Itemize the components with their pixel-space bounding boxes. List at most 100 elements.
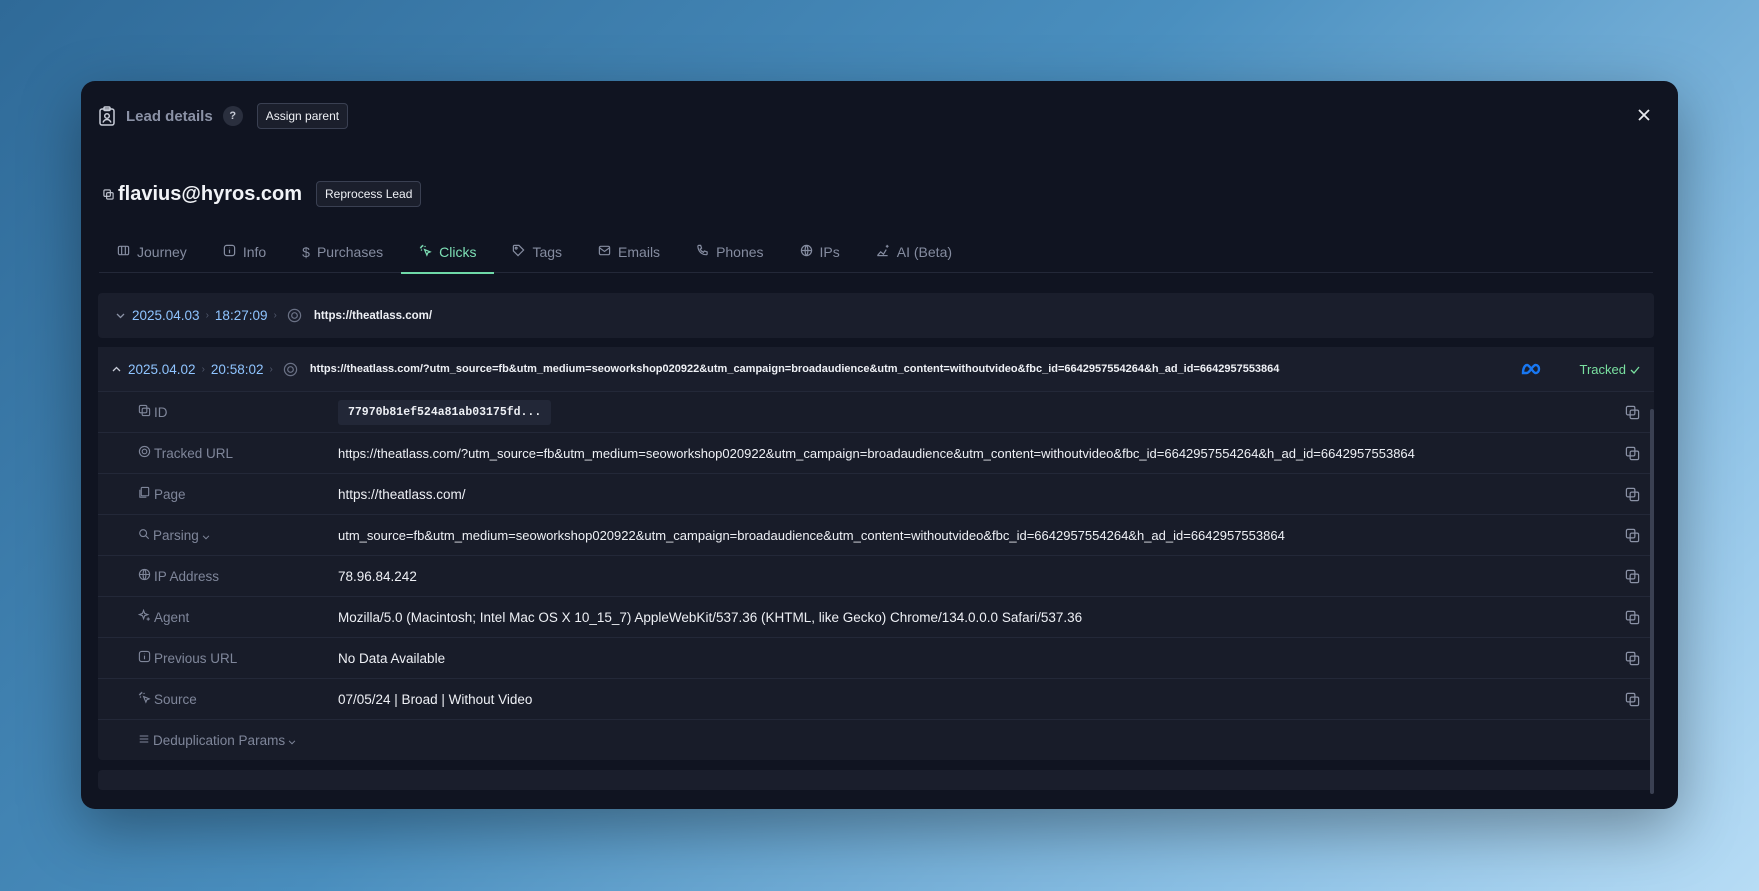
copy-icon[interactable] [1624, 486, 1640, 502]
click-row[interactable]: 2025.04.03 › 18:27:09 › https://theatlas… [98, 293, 1654, 338]
source-value: 07/05/24 | Broad | Without Video [338, 691, 533, 707]
info-icon [138, 650, 151, 666]
copy-icon[interactable] [1624, 568, 1640, 584]
detail-row-ip-address: IP Address 78.96.84.242 [98, 555, 1654, 596]
detail-label: Previous URL [138, 650, 338, 666]
detail-row-tracked-url: Tracked URL https://theatlass.com/?utm_s… [98, 432, 1654, 473]
copy-icon[interactable] [1624, 691, 1640, 707]
close-icon[interactable] [1632, 103, 1656, 127]
tab-phones[interactable]: Phones [678, 231, 781, 273]
click-date: 2025.04.03 [132, 308, 200, 323]
copy-icon[interactable] [1624, 650, 1640, 666]
reprocess-lead-button[interactable]: Reprocess Lead [316, 181, 422, 207]
click-row[interactable]: 2025.04.02 › 20:58:02 › https://theatlas… [98, 347, 1654, 391]
tab-bar: Journey Info $ Purchases Clicks Tags Ema… [99, 231, 1653, 274]
target-icon [138, 445, 151, 461]
target-icon [283, 362, 298, 377]
separator-icon: › [201, 363, 205, 375]
scrollbar[interactable] [1650, 409, 1654, 794]
phone-icon [696, 244, 709, 260]
detail-label[interactable]: Deduplication Params [138, 733, 398, 748]
detail-row-dedup-params: Deduplication Params [98, 719, 1654, 760]
detail-label: Agent [137, 608, 338, 625]
detail-label: Tracked URL [138, 445, 338, 461]
detail-row-parsing: Parsing utm_source=fb&utm_medium=seowork… [98, 514, 1654, 555]
click-row[interactable] [98, 770, 1654, 790]
modal-title: Lead details [126, 107, 213, 125]
clipboard-user-icon [98, 106, 116, 126]
detail-label: ID [138, 404, 338, 420]
cursor-click-icon [419, 244, 432, 260]
separator-icon: › [205, 310, 209, 321]
globe-icon [800, 244, 813, 260]
search-icon [138, 528, 150, 543]
tracked-url-value: https://theatlass.com/?utm_source=fb&utm… [338, 445, 1415, 461]
tag-icon [512, 244, 525, 260]
sparkle-icon [137, 608, 151, 625]
detail-label: Page [138, 486, 338, 502]
target-icon [287, 308, 302, 323]
tab-journey[interactable]: Journey [99, 231, 205, 273]
chevron-down-icon[interactable] [114, 310, 126, 322]
click-url[interactable]: https://theatlass.com/?utm_source=fb&utm… [310, 363, 1280, 375]
tab-ips[interactable]: IPs [782, 231, 858, 273]
chevron-down-icon [288, 733, 296, 748]
pages-icon [138, 486, 151, 502]
globe-icon [138, 568, 151, 584]
copy-icon[interactable] [1624, 527, 1640, 543]
copy-icon[interactable] [103, 188, 114, 200]
click-id-value: 77970b81ef524a81ab03175fd... [338, 399, 552, 425]
detail-row-source: Source 07/05/24 | Broad | Without Video [98, 678, 1654, 719]
detail-row-id: ID 77970b81ef524a81ab03175fd... [98, 391, 1654, 432]
mail-icon [598, 244, 611, 260]
map-icon [117, 244, 130, 260]
dollar-icon: $ [302, 244, 310, 260]
tab-tags[interactable]: Tags [494, 231, 580, 273]
lead-details-modal: Lead details ? Assign parent flavius@hyr… [81, 81, 1678, 809]
sparkle-chart-icon [876, 244, 890, 260]
list-icon [138, 733, 150, 748]
chevron-up-icon[interactable] [110, 363, 122, 375]
tab-emails[interactable]: Emails [580, 231, 678, 273]
copy-icon[interactable] [1624, 609, 1640, 625]
copy-icon [138, 404, 151, 420]
modal-header: Lead details ? Assign parent [98, 103, 349, 129]
detail-label: IP Address [138, 568, 338, 584]
clicks-list: 2025.04.03 › 18:27:09 › https://theatlas… [98, 293, 1654, 809]
separator-icon: › [269, 363, 273, 375]
detail-label[interactable]: Parsing [138, 528, 338, 543]
ip-value: 78.96.84.242 [338, 568, 417, 584]
info-icon [223, 244, 236, 260]
tab-purchases[interactable]: $ Purchases [284, 231, 401, 273]
agent-value: Mozilla/5.0 (Macintosh; Intel Mac OS X 1… [338, 609, 1083, 625]
tab-info[interactable]: Info [205, 231, 284, 273]
click-time: 18:27:09 [214, 308, 268, 323]
click-url[interactable]: https://theatlass.com/ [314, 310, 432, 322]
copy-icon[interactable] [1624, 404, 1640, 420]
copy-icon[interactable] [1624, 445, 1640, 461]
tab-ai-beta[interactable]: AI (Beta) [858, 231, 970, 273]
lead-email-text: flavius@hyros.com [118, 182, 303, 205]
lead-identity: flavius@hyros.com Reprocess Lead [103, 181, 422, 207]
tab-clicks[interactable]: Clicks [401, 231, 495, 274]
desktop-background: Lead details ? Assign parent flavius@hyr… [0, 0, 1759, 891]
help-icon[interactable]: ? [222, 106, 243, 126]
assign-parent-button[interactable]: Assign parent [256, 103, 349, 129]
cursor-click-icon [138, 691, 151, 707]
tracked-status-badge: Tracked [1580, 362, 1640, 377]
lead-email: flavius@hyros.com [103, 183, 302, 206]
detail-row-agent: Agent Mozilla/5.0 (Macintosh; Intel Mac … [98, 596, 1654, 637]
detail-label: Source [138, 691, 338, 707]
separator-icon: › [273, 310, 277, 321]
click-detail-panel: 2025.04.02 › 20:58:02 › https://theatlas… [98, 347, 1654, 760]
page-value: https://theatlass.com/ [338, 486, 466, 502]
check-icon [1630, 362, 1640, 377]
parsing-value: utm_source=fb&utm_medium=seoworkshop0209… [338, 527, 1285, 543]
meta-icon [1520, 362, 1544, 376]
previous-url-value: No Data Available [338, 650, 446, 666]
click-date: 2025.04.02 [128, 361, 196, 377]
detail-row-page: Page https://theatlass.com/ [98, 473, 1654, 514]
click-time: 20:58:02 [210, 361, 264, 377]
chevron-down-icon [202, 528, 210, 543]
tracking-status: Tracked [1520, 362, 1640, 377]
